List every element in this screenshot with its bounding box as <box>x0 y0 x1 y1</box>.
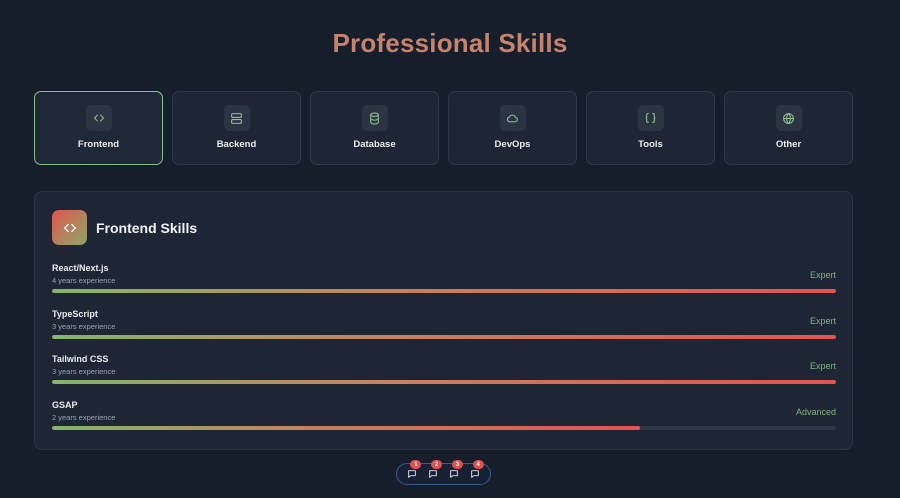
skill-experience: 2 years experience <box>52 413 116 422</box>
cloud-icon <box>499 105 526 131</box>
pager-item-4[interactable]: 4 <box>468 460 484 481</box>
tab-label: Backend <box>216 139 257 150</box>
chat-icon <box>429 470 437 478</box>
skill-progress-track <box>52 335 836 339</box>
code-icon <box>52 210 87 245</box>
tab-label: Other <box>775 139 802 150</box>
tab-devops[interactable]: DevOps <box>448 91 577 165</box>
skill-experience: 3 years experience <box>52 322 116 331</box>
database-icon <box>361 105 388 131</box>
skill-category-tabs: Frontend Backend Database DevOps Tools O… <box>34 91 853 165</box>
skill-name: GSAP <box>52 400 78 410</box>
pager: 1 2 3 4 <box>396 460 491 485</box>
pager-badge: 1 <box>410 460 422 469</box>
pager-item-1[interactable]: 1 <box>405 460 422 481</box>
pager-item-3[interactable]: 3 <box>447 460 463 481</box>
braces-icon <box>637 105 664 131</box>
pager-badge: 2 <box>431 460 443 469</box>
tab-label: DevOps <box>494 139 531 150</box>
skill-progress-track <box>52 380 836 384</box>
skill-level: Advanced <box>795 407 836 417</box>
skill-name: TypeScript <box>52 309 98 319</box>
page-title: Professional Skills <box>332 28 568 58</box>
skill-progress-fill <box>52 289 836 293</box>
tab-label: Database <box>353 139 396 150</box>
tab-label: Tools <box>638 139 663 150</box>
skill-experience: 3 years experience <box>52 367 116 376</box>
tab-backend[interactable]: Backend <box>172 91 301 165</box>
skill-progress-track <box>52 289 836 293</box>
globe-icon <box>775 105 802 131</box>
skills-panel: Frontend Skills React/Next.js 4 years ex… <box>34 191 853 450</box>
pager-item-2[interactable]: 2 <box>426 460 443 481</box>
chat-icon <box>408 470 417 478</box>
tab-other[interactable]: Other <box>724 91 853 165</box>
skill-progress-fill <box>52 426 640 430</box>
skill-level: Expert <box>809 316 836 326</box>
skill-name: Tailwind CSS <box>52 354 109 364</box>
pager-badge: 4 <box>472 460 484 469</box>
code-icon <box>85 105 112 131</box>
tab-database[interactable]: Database <box>310 91 439 165</box>
tab-tools[interactable]: Tools <box>586 91 715 165</box>
chat-icon <box>450 470 458 478</box>
skill-level: Expert <box>809 270 836 280</box>
skill-level: Expert <box>809 361 836 371</box>
server-icon <box>223 105 250 131</box>
panel-header: Frontend Skills <box>52 210 197 245</box>
pager-badge: 3 <box>451 460 463 469</box>
chat-icon <box>470 470 479 478</box>
panel-title: Frontend Skills <box>96 219 198 236</box>
tab-frontend[interactable]: Frontend <box>34 91 163 165</box>
skill-name: React/Next.js <box>52 263 109 273</box>
tab-label: Frontend <box>77 139 120 150</box>
skill-experience: 4 years experience <box>52 276 116 285</box>
skill-progress-fill <box>52 335 836 339</box>
skill-progress-track <box>52 426 836 430</box>
skill-progress-fill <box>52 380 836 384</box>
